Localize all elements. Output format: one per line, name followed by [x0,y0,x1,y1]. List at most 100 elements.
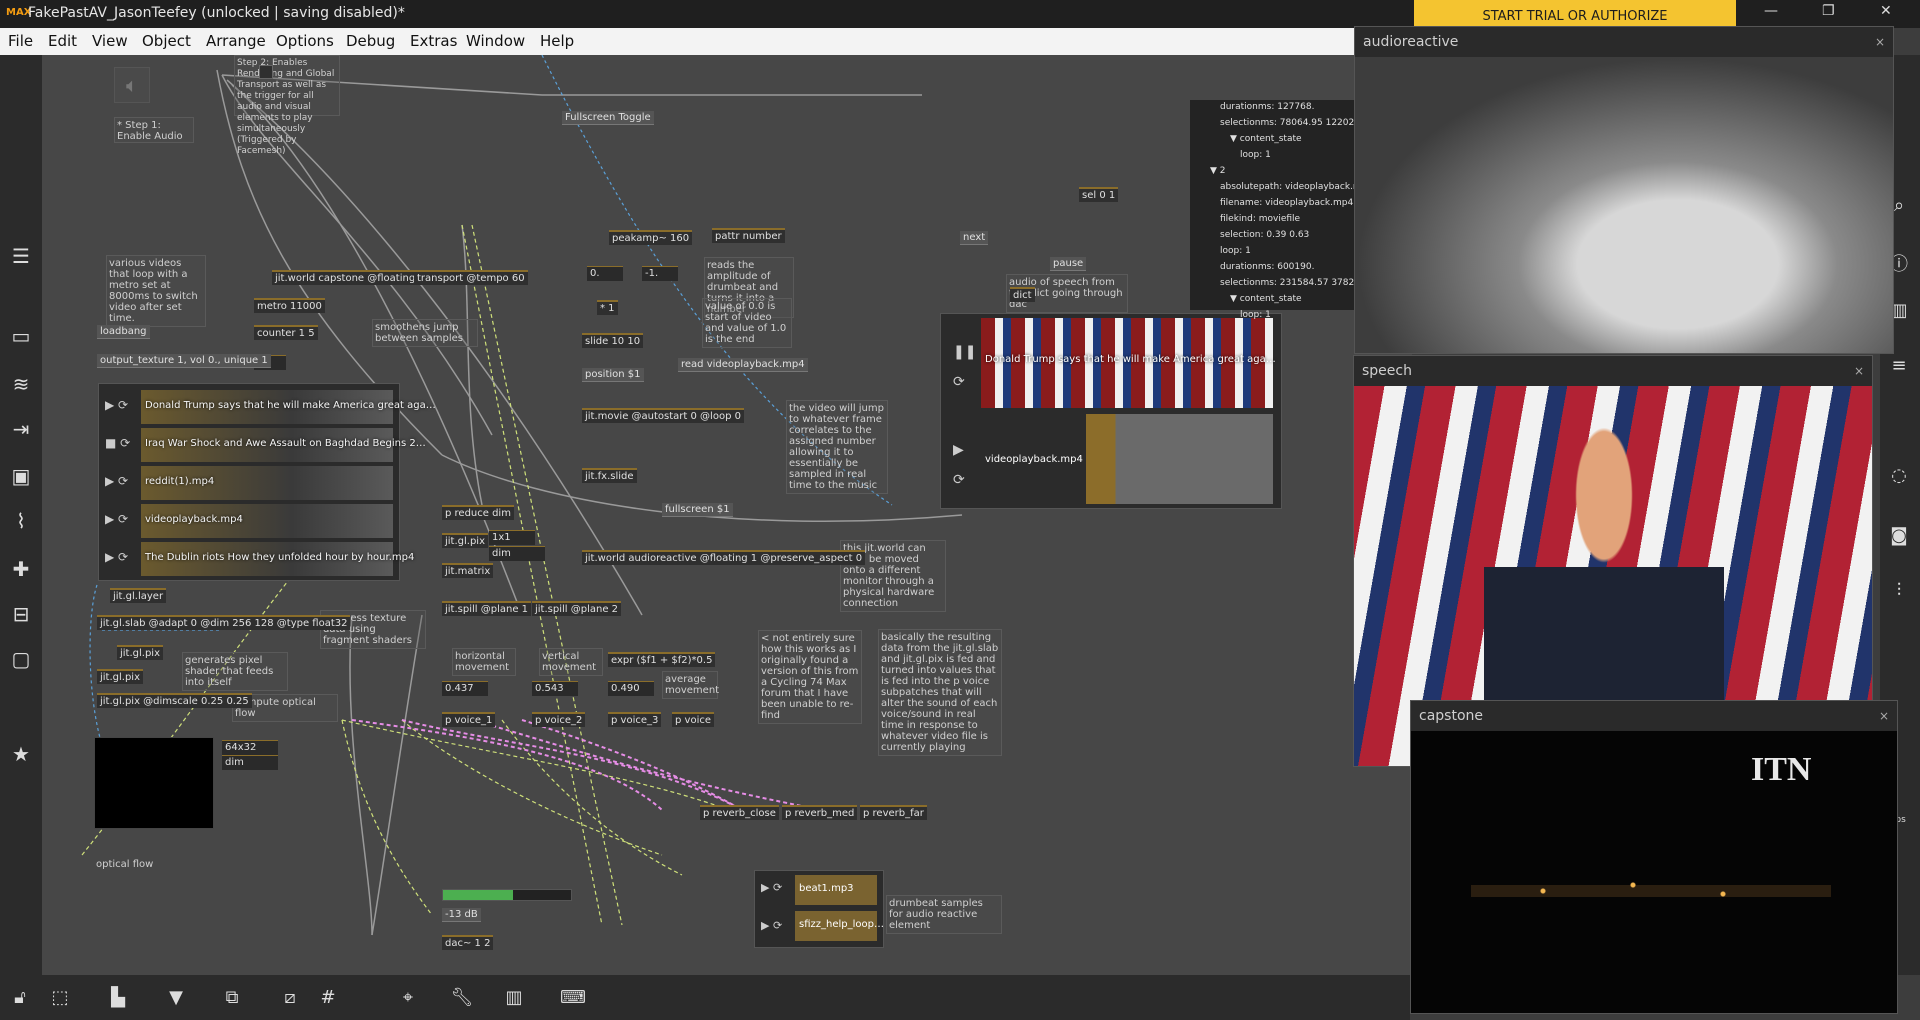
layers-icon[interactable]: ⧉ [220,987,244,1009]
dict-row[interactable]: filename: videoplayback.mp4 [1190,196,1353,210]
metro[interactable]: metro 11000 [254,298,325,313]
patcher-canvas[interactable]: * Step 1: Enable Audio Step 2: Enables R… [42,55,1412,975]
sequence-icon[interactable]: ⇥ [10,418,32,440]
mixer-icon[interactable]: ⫶ [1888,580,1910,602]
dict-row[interactable]: filekind: moviefile [1190,212,1300,226]
trigger-toggle[interactable] [259,65,273,79]
p-voice-4[interactable]: p voice [672,712,714,727]
wrench-icon[interactable]: 🔧︎ [450,987,474,1009]
dict-row[interactable]: selectionms: 78064.95 122027.85 [1190,116,1374,130]
start-trial-button[interactable]: START TRIAL OR AUTHORIZE [1414,0,1736,26]
dict-row[interactable]: ▼ content_state [1190,132,1302,146]
jit-gl-pix-reduce[interactable]: jit.gl.pix [442,533,489,548]
list-icon[interactable]: ≡ [1888,355,1910,377]
peakamp[interactable]: peakamp~ 160 [609,230,693,245]
playlist[interactable]: ▶ ⟳ Donald Trump says that he will make A… [98,383,436,581]
star-icon[interactable]: ★ [10,743,32,765]
sel-object[interactable]: sel 0 1 [1079,187,1119,202]
p-reverb-med[interactable]: p reverb_med [782,805,858,820]
dict-row[interactable]: loop: 1 [1190,308,1271,322]
capstone-window[interactable]: capstone × ITN [1410,700,1898,1014]
dim-menu[interactable]: dim [489,546,545,561]
menu-options[interactable]: Options [276,32,334,50]
snap-icon[interactable]: ⌖ [396,987,420,1009]
transport[interactable]: transport @tempo 60 [414,270,528,285]
p-voice-3[interactable]: p voice_3 [608,712,662,727]
image-icon[interactable]: ▣ [10,465,32,487]
output-texture-message[interactable]: output_texture 1, vol 0., unique 1 [97,354,271,368]
position-message[interactable]: position $1 [582,368,644,382]
number-minus-one[interactable]: -1. [642,266,678,281]
loop-icon[interactable]: ⟳ [953,374,965,390]
dict-row[interactable]: durationms: 127768. [1190,100,1314,114]
dict-row[interactable]: loop: 1 [1190,148,1271,162]
expr[interactable]: expr ($f1 + $f2)*0.5 [608,652,716,667]
dict-row[interactable]: selection: 0.39 0.63 [1190,228,1309,242]
p-voice-1[interactable]: p voice_1 [442,712,496,727]
dict-row[interactable]: selectionms: 231584.57 378254.79 [1190,276,1380,290]
counter[interactable]: counter 1 5 [254,325,318,340]
read-video-message[interactable]: read videoplayback.mp4 [678,358,808,372]
loadbang[interactable]: loadbang [97,325,150,339]
menu-file[interactable]: File [8,32,33,50]
jit-gl-pix-feedback[interactable]: jit.gl.pix [117,645,164,660]
playlist-item[interactable]: ▶ ⟳ reddit(1).mp4 [103,466,395,500]
optical-dim-menu[interactable]: dim [222,755,278,770]
playlist-item[interactable]: ▶ ⟳ Donald Trump says that he will make A… [103,390,436,424]
camera-icon[interactable]: ◙ [1888,525,1910,547]
jit-spill-2[interactable]: jit.spill @plane 2 [532,601,622,616]
dict-row[interactable]: absolutepath: videoplayback.mp4 [1190,180,1373,194]
p-reverb-far[interactable]: p reverb_far [860,805,927,820]
jit-gl-slab[interactable]: jit.gl.slab @adapt 0 @dim 256 128 @type … [97,615,351,630]
menu-object[interactable]: Object [142,32,191,50]
vertical-number[interactable]: 0.543 [532,681,578,696]
next-message[interactable]: next [960,231,989,245]
dict-object[interactable]: dict [1010,287,1035,302]
pause-message[interactable]: pause [1050,257,1087,271]
close-icon[interactable]: ✕ [1880,3,1892,19]
jit-fx-slide[interactable]: jit.fx.slide [582,468,637,483]
number-zero[interactable]: 0. [587,266,623,281]
media-icon[interactable]: ▭ [10,325,32,347]
play-loop-icon[interactable]: ▶ ⟳ [105,474,128,488]
menu-arrange[interactable]: Arrange [206,32,266,50]
horizontal-number[interactable]: 0.437 [442,681,488,696]
keyboard-icon[interactable]: ⌨ [560,987,586,1009]
drum-play-icon-b[interactable]: ▶ ⟳ [761,919,782,932]
presentation-icon[interactable]: ▙ [106,987,130,1009]
minimize-icon[interactable]: — [1764,3,1778,19]
menu-edit[interactable]: Edit [48,32,77,50]
hamburger-icon[interactable]: ☰ [10,245,32,267]
play-loop-icon[interactable]: ▶ ⟳ [105,398,128,412]
drum-player[interactable]: ▶ ⟳ beat1.mp3 ▶ ⟳ sfizz_help_loop… [754,870,884,948]
lock-icon[interactable]: 🔓︎ [8,987,32,1009]
menu-help[interactable]: Help [540,32,574,50]
jit-gl-pix-dimscale[interactable]: jit.gl.pix @dimscale 0.25 0.25 [97,693,252,708]
fullscreen-message[interactable]: fullscreen $1 [662,503,733,517]
jit-spill-1[interactable]: jit.spill @plane 1 [442,601,532,616]
chat-icon[interactable]: ◌ [1888,465,1910,487]
loop-icon-2[interactable]: ⟳ [953,472,965,488]
audio-toggle[interactable]: 🔈︎ [114,67,150,103]
restore-icon[interactable]: ❐ [1822,3,1835,19]
play-icon[interactable]: ▶ [953,442,964,458]
p-reverb-close[interactable]: p reverb_close [700,805,779,820]
pattr-number[interactable]: pattr number [712,228,785,243]
grid-icon[interactable]: # [316,987,340,1009]
stop-loop-icon[interactable]: ■ ⟳ [105,436,130,450]
jit-gl-pix-output[interactable]: jit.gl.pix [97,669,144,684]
device-icon[interactable]: ⊟ [10,603,32,625]
playlist-item[interactable]: ▶ ⟳ The Dublin riots How they unfolded ho… [103,542,414,576]
dict-row[interactable]: loop: 1 [1190,244,1251,258]
times-object[interactable]: * 1 [597,300,618,315]
audio-wave-icon[interactable]: ≋ [10,373,32,395]
playlist-item[interactable]: ▶ ⟳ videoplayback.mp4 [103,504,395,538]
jit-world-audioreactive[interactable]: jit.world audioreactive @floating 1 @pre… [582,550,866,565]
playlist-item[interactable]: ■ ⟳ Iraq War Shock and Awe Assault on Bag… [103,428,426,462]
close-icon[interactable]: × [1879,701,1889,731]
p-reduce-dim[interactable]: p reduce dim [442,505,514,520]
play-loop-icon[interactable]: ▶ ⟳ [105,512,128,526]
piano-icon[interactable]: ▥ [502,987,526,1009]
p-voice-2[interactable]: p voice_2 [532,712,586,727]
level-meter[interactable] [442,889,572,901]
